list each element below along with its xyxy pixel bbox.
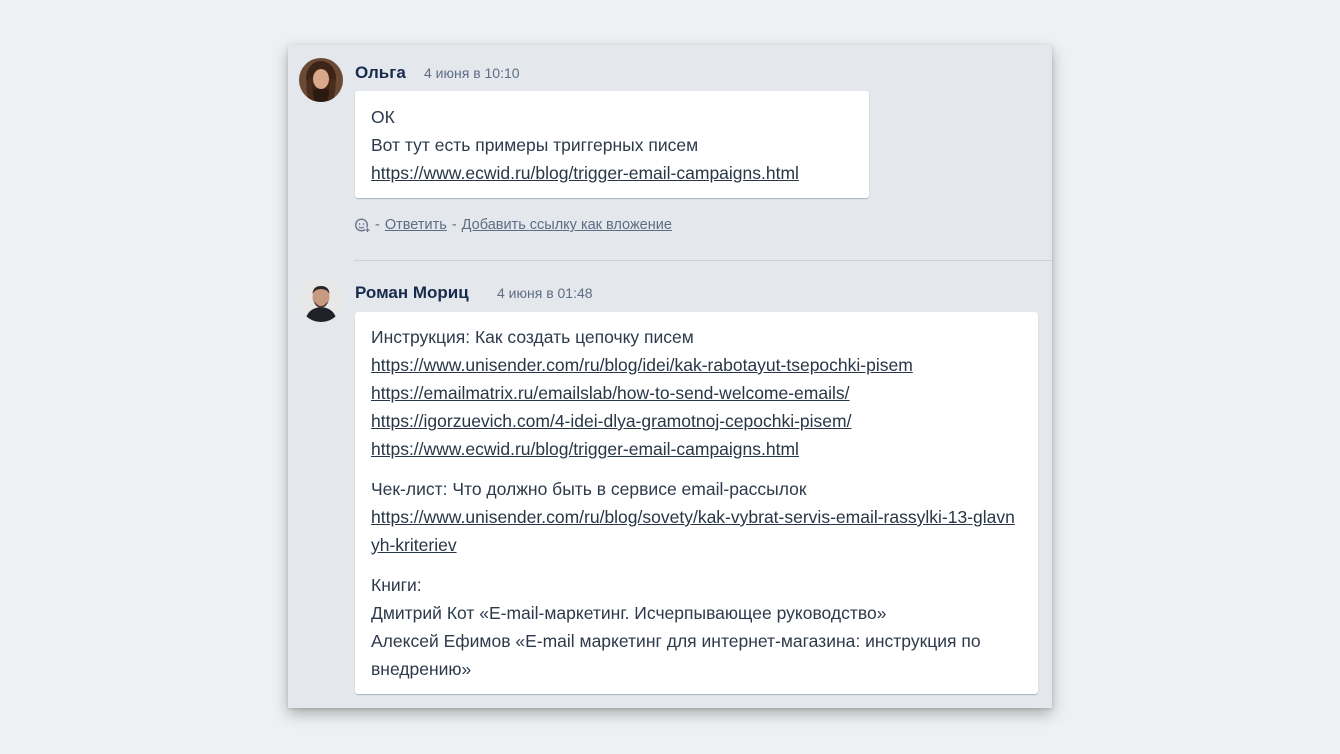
comment-text-line: Вот тут есть примеры триггерных писем	[371, 135, 699, 155]
comment-link[interactable]: https://www.ecwid.ru/blog/trigger-email-…	[371, 163, 799, 183]
comment-divider	[354, 260, 1052, 261]
comments-panel: Ольга 4 июня в 10:10 ОК Вот тут есть при…	[288, 45, 1052, 708]
comment-text-line: Инструкция: Как создать цепочку писем	[371, 327, 694, 347]
comment-body: ОК Вот тут есть примеры триггерных писем…	[355, 91, 869, 198]
comment-link[interactable]: https://emailmatrix.ru/emailslab/how-to-…	[371, 383, 850, 403]
comment-text-line: Чек-лист: Что должно быть в сервисе emai…	[371, 479, 807, 499]
comment-text-line: Алексей Ефимов «E-mail маркетинг для инт…	[371, 631, 981, 679]
comment-link[interactable]: https://www.unisender.com/ru/blog/idei/k…	[371, 355, 913, 375]
comment-text-line: ОК	[371, 107, 395, 127]
add-link-as-attachment-link[interactable]: Добавить ссылку как вложение	[462, 217, 672, 233]
comment-body: Инструкция: Как создать цепочку писем ht…	[355, 312, 1038, 694]
comment-date[interactable]: 4 июня в 10:10	[424, 65, 520, 81]
comment-text-line: Дмитрий Кот «E-mail-маркетинг. Исчерпыва…	[371, 603, 887, 623]
comment-link[interactable]: https://www.ecwid.ru/blog/trigger-email-…	[371, 439, 799, 459]
man-avatar-icon	[299, 278, 343, 322]
comment-text-line: Книги:	[371, 575, 422, 595]
woman-avatar-icon	[299, 58, 343, 102]
comment-date[interactable]: 4 июня в 01:48	[497, 285, 593, 301]
separator: -	[375, 217, 380, 233]
reply-link[interactable]: Ответить	[385, 217, 447, 233]
comment-link[interactable]: https://igorzuevich.com/4-idei-dlya-gram…	[371, 411, 851, 431]
avatar-olga[interactable]	[299, 58, 343, 102]
comment-author[interactable]: Ольга	[355, 63, 406, 83]
comment-actions: - Ответить - Добавить ссылку как вложени…	[354, 217, 672, 233]
comment-link[interactable]: https://www.unisender.com/ru/blog/sovety…	[371, 507, 1015, 555]
avatar-roman[interactable]	[299, 278, 343, 322]
separator: -	[451, 217, 457, 233]
comment-author[interactable]: Роман Мориц	[355, 283, 469, 303]
add-reaction-icon[interactable]	[354, 217, 370, 233]
